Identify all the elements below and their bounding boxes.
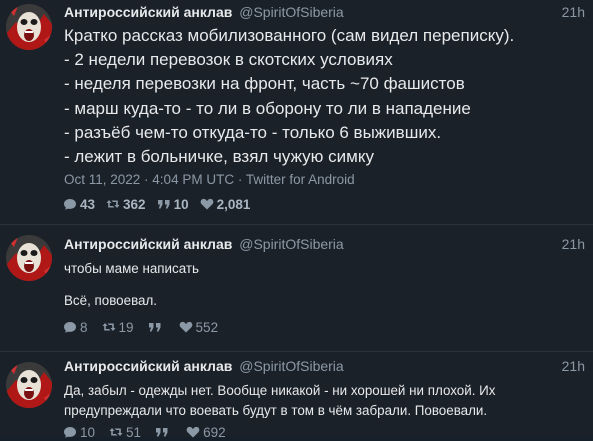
reply-button[interactable]: 43 [63, 197, 95, 212]
like-count: 552 [195, 319, 219, 335]
retweet-icon [102, 320, 116, 334]
author-handle[interactable]: @SpiritOfSiberia [239, 236, 343, 252]
heart-icon [200, 197, 214, 211]
tweet-3: Антироссийский анклав @SpiritOfSiberia 2… [0, 351, 593, 440]
avatar[interactable] [6, 4, 52, 50]
tweet-line: - разъёб чем-то откуда-то - только 6 выж… [64, 122, 442, 142]
like-button[interactable]: 2,081 [200, 196, 251, 212]
comment-icon [63, 197, 77, 211]
tweet-header: Антироссийский анклав @SpiritOfSiberia 2… [64, 4, 585, 22]
retweet-count: 19 [118, 319, 134, 335]
tweet-text: чтобы маме написать [64, 261, 199, 276]
quote-button[interactable]: 10 [157, 197, 189, 212]
tweet-1: Антироссийский анклав @SpiritOfSiberia 2… [0, 0, 593, 224]
retweet-button[interactable]: 19 [102, 320, 134, 335]
like-button[interactable]: 692 [186, 425, 226, 440]
quote-icon [157, 197, 171, 211]
tweet-text: Всё, повоевал. [64, 293, 158, 308]
author-name[interactable]: Антироссийский анклав [64, 358, 232, 374]
retweet-button[interactable]: 362 [106, 197, 146, 212]
tweet-line: Кратко рассказ мобилизованного (сам виде… [64, 26, 515, 45]
tweet-meta[interactable]: Oct 11, 2022 · 4:04 PM UTC · Twitter for… [64, 172, 355, 187]
tweet-line: - неделя перевозки на фронт, часть ~70 ф… [64, 74, 465, 94]
retweet-count: 362 [123, 196, 146, 212]
tweet-2: Антироссийский анклав @SpiritOfSiberia 2… [0, 224, 593, 351]
avatar[interactable] [6, 362, 52, 408]
tweet-line: - 2 недели перевозок в скотских условиях [64, 50, 393, 70]
quote-count: 10 [173, 196, 189, 212]
tweet-stats: 10 51 692 [63, 423, 240, 441]
tweet-text: Да, забыл - одежды нет. Вообще никакой -… [64, 383, 496, 418]
tweet-stats: 43 362 10 2,081 [63, 195, 261, 213]
author-name[interactable]: Антироссийский анклав [64, 236, 232, 252]
heart-icon [179, 320, 193, 334]
retweet-icon [106, 197, 120, 211]
tweet-time[interactable]: 21h [562, 358, 585, 374]
author-handle[interactable]: @SpiritOfSiberia [239, 358, 343, 374]
reply-count: 43 [80, 196, 96, 212]
tweet-header: Антироссийский анклав @SpiritOfSiberia 2… [64, 358, 585, 376]
retweet-count: 51 [126, 424, 142, 440]
reply-count: 8 [80, 319, 88, 335]
quote-button[interactable] [148, 320, 165, 334]
like-count: 2,081 [216, 196, 251, 212]
tweet-header: Антироссийский анклав @SpiritOfSiberia 2… [64, 236, 585, 254]
quote-icon [148, 320, 162, 334]
reply-count: 10 [80, 424, 96, 440]
retweet-button[interactable]: 51 [109, 425, 141, 440]
comment-icon [63, 320, 77, 334]
like-count: 692 [203, 424, 226, 440]
author-name[interactable]: Антироссийский анклав [64, 4, 232, 20]
reply-button[interactable]: 10 [63, 425, 95, 440]
tweet-line: - марш куда-то - то ли в оборону то ли в… [64, 98, 471, 118]
avatar[interactable] [6, 235, 52, 281]
author-handle[interactable]: @SpiritOfSiberia [239, 4, 343, 20]
tweet-text: Кратко рассказ мобилизованного (сам виде… [64, 24, 584, 169]
tweet-stats: 8 19 552 [63, 318, 232, 336]
reply-button[interactable]: 8 [63, 320, 88, 335]
like-button[interactable]: 552 [179, 319, 219, 335]
tweet-line: - лежит в больничке, взял чужую симку [64, 147, 374, 167]
tweet-time[interactable]: 21h [562, 236, 585, 252]
tweet-time[interactable]: 21h [562, 4, 585, 20]
